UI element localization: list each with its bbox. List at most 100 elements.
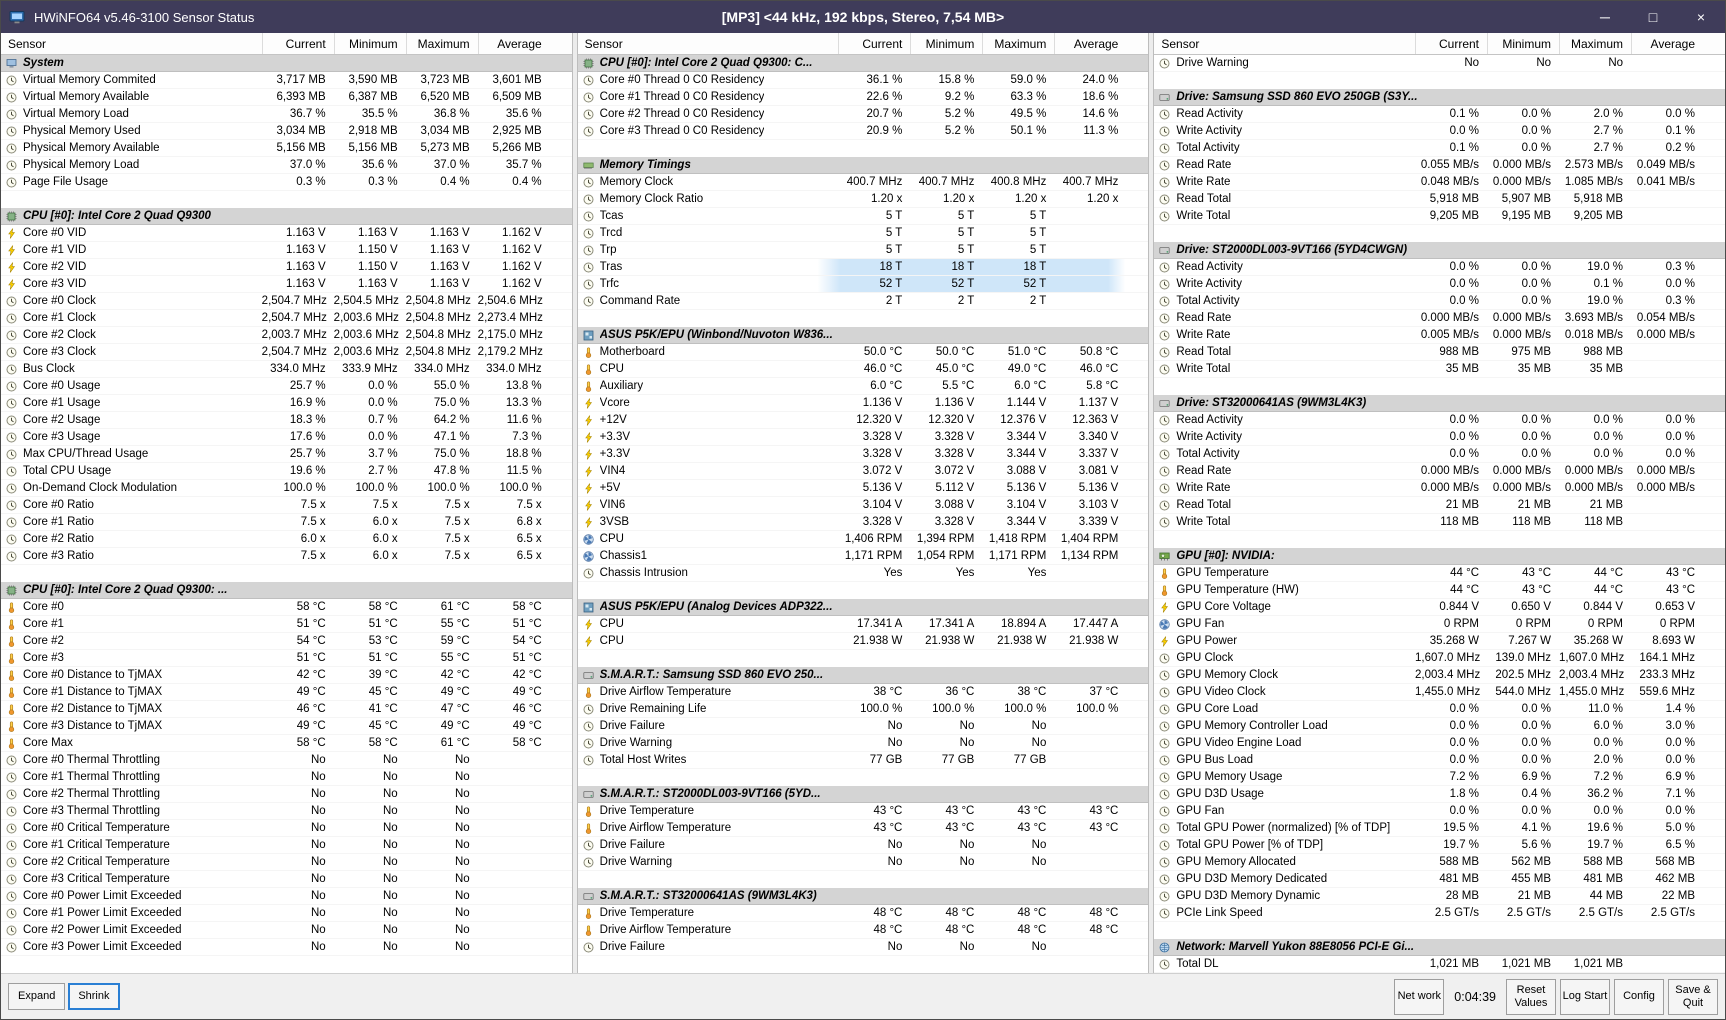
sensor-row[interactable]: Write Total 118 MB 118 MB 118 MB	[1154, 514, 1725, 531]
column-header-sensor[interactable]: Sensor	[578, 37, 839, 51]
sensor-row[interactable]: Total Activity 0.0 % 0.0 % 19.0 % 0.3 %	[1154, 293, 1725, 310]
sensor-row[interactable]: Physical Memory Available 5,156 MB 5,156 M…	[1, 140, 572, 157]
sensor-row[interactable]: VIN6 3.104 V 3.088 V 3.104 V 3.103 V	[577, 497, 1149, 514]
sensor-row[interactable]: Total GPU Power (normalized) [% of TDP] 1…	[1154, 820, 1725, 837]
sensor-row[interactable]: Core #0 VID 1.163 V 1.163 V 1.163 V 1.162 V	[1, 225, 572, 242]
sensor-row[interactable]: Core #0 Power Limit Exceeded No No No	[1, 888, 572, 905]
sensor-row[interactable]: CPU 17.341 A 17.341 A 18.894 A 17.447 A	[577, 616, 1149, 633]
sensor-row[interactable]: Core #1 Thermal Throttling No No No	[1, 769, 572, 786]
section-header-row[interactable]: CPU [#0]: Intel Core 2 Quad Q9300: ...	[1, 582, 572, 599]
sensor-row[interactable]: Read Activity 0.1 % 0.0 % 2.0 % 0.0 %	[1154, 106, 1725, 123]
sensor-row[interactable]: Read Rate 0.055 MB/s 0.000 MB/s 2.573 MB/s 0…	[1154, 157, 1725, 174]
close-button[interactable]: ×	[1677, 1, 1725, 33]
sensor-row[interactable]: GPU Core Load 0.0 % 0.0 % 11.0 % 1.4 %	[1154, 701, 1725, 718]
sensor-row[interactable]: Drive Failure No No No	[577, 939, 1149, 956]
sensor-row[interactable]: Drive Airflow Temperature 43 °C 43 °C 43 °C…	[577, 820, 1149, 837]
sensor-row[interactable]: Core #1 Distance to TjMAX 49 °C 45 °C 49 °C…	[1, 684, 572, 701]
sensor-row[interactable]: Write Activity 0.0 % 0.0 % 0.1 % 0.0 %	[1154, 276, 1725, 293]
sensor-row[interactable]: On-Demand Clock Modulation 100.0 % 100.0 %…	[1, 480, 572, 497]
reset-values-button[interactable]: Reset Values	[1506, 978, 1556, 1015]
column-header-average[interactable]: Average	[477, 33, 550, 54]
sensor-row[interactable]: Write Rate 0.000 MB/s 0.000 MB/s 0.000 MB/s…	[1154, 480, 1725, 497]
sensor-row[interactable]: +3.3V 3.328 V 3.328 V 3.344 V 3.340 V	[577, 429, 1149, 446]
column-header-minimum[interactable]: Minimum	[1487, 33, 1559, 54]
sensor-row[interactable]: Virtual Memory Load 36.7 % 35.5 % 36.8 % 35.…	[1, 106, 572, 123]
sensor-row[interactable]: GPU Video Engine Load 0.0 % 0.0 % 0.0 % 0.0 …	[1154, 735, 1725, 752]
sensor-row[interactable]: Core #0 Clock 2,504.7 MHz 2,504.5 MHz 2,504…	[1, 293, 572, 310]
sensor-row[interactable]: Core #2 Thread 0 C0 Residency 20.7 % 5.2 %…	[577, 106, 1149, 123]
column-header-sensor[interactable]: Sensor	[1, 37, 262, 51]
sensor-row[interactable]: Memory Clock Ratio 1.20 x 1.20 x 1.20 x 1.20…	[577, 191, 1149, 208]
sensor-row[interactable]: Core #2 Distance to TjMAX 46 °C 41 °C 47 °C…	[1, 701, 572, 718]
sensor-row[interactable]: Core #1 Usage 16.9 % 0.0 % 75.0 % 13.3 %	[1, 395, 572, 412]
sensor-row[interactable]: +3.3V 3.328 V 3.328 V 3.344 V 3.337 V	[577, 446, 1149, 463]
sensor-row[interactable]: Total Host Writes 77 GB 77 GB 77 GB	[577, 752, 1149, 769]
sensor-row[interactable]: Read Total 988 MB 975 MB 988 MB	[1154, 344, 1725, 361]
sensor-row[interactable]: Core #2 Clock 2,003.7 MHz 2,003.6 MHz 2,504…	[1, 327, 572, 344]
sensor-row[interactable]: Core #3 VID 1.163 V 1.163 V 1.163 V 1.162 V	[1, 276, 572, 293]
column-header-maximum[interactable]: Maximum	[405, 33, 478, 54]
minimize-button[interactable]: ─	[1581, 1, 1629, 33]
section-header-row[interactable]: Network: Marvell Yukon 88E8056 PCI-E Gi.…	[1154, 939, 1725, 956]
sensor-row[interactable]: Read Total 21 MB 21 MB 21 MB	[1154, 497, 1725, 514]
sensor-row[interactable]: Physical Memory Used 3,034 MB 2,918 MB 3,03…	[1, 123, 572, 140]
sensor-row[interactable]: Drive Failure No No No	[577, 718, 1149, 735]
column-header-current[interactable]: Current	[1415, 33, 1487, 54]
sensor-row[interactable]: Core #3 Power Limit Exceeded No No No	[1, 939, 572, 956]
section-header-row[interactable]: System	[1, 55, 572, 72]
shrink-button[interactable]: Shrink	[68, 983, 120, 1010]
section-header-row[interactable]: Drive: ST32000641AS (9WM3L4K3)	[1154, 395, 1725, 412]
column-header-average[interactable]: Average	[1631, 33, 1703, 54]
sensor-row[interactable]: Read Rate 0.000 MB/s 0.000 MB/s 3.693 MB/s 0…	[1154, 310, 1725, 327]
column-header-sensor[interactable]: Sensor	[1154, 37, 1415, 51]
sensor-row[interactable]: Core #0 Ratio 7.5 x 7.5 x 7.5 x 7.5 x	[1, 497, 572, 514]
column-header-average[interactable]: Average	[1054, 33, 1126, 54]
sensor-row[interactable]: Drive Airflow Temperature 38 °C 36 °C 38 °C…	[577, 684, 1149, 701]
sensor-row[interactable]: Core #2 VID 1.163 V 1.150 V 1.163 V 1.162 V	[1, 259, 572, 276]
sensor-row[interactable]: GPU Fan 0 RPM 0 RPM 0 RPM 0 RPM	[1154, 616, 1725, 633]
sensor-row[interactable]: Chassis1 1,171 RPM 1,054 RPM 1,171 RPM 1,134…	[577, 548, 1149, 565]
sensor-row[interactable]: GPU Memory Controller Load 0.0 % 0.0 % 6.0 …	[1154, 718, 1725, 735]
sensor-row[interactable]: Core #2 Ratio 6.0 x 6.0 x 7.5 x 6.5 x	[1, 531, 572, 548]
sensor-row[interactable]: GPU Bus Load 0.0 % 0.0 % 2.0 % 0.0 %	[1154, 752, 1725, 769]
sensor-row[interactable]: +12V 12.320 V 12.320 V 12.376 V 12.363 V	[577, 412, 1149, 429]
sensor-row[interactable]: Core #3 Thread 0 C0 Residency 20.9 % 5.2 %…	[577, 123, 1149, 140]
sensor-row[interactable]: Core #3 Usage 17.6 % 0.0 % 47.1 % 7.3 %	[1, 429, 572, 446]
sensor-row[interactable]: Write Rate 0.048 MB/s 0.000 MB/s 1.085 MB/s…	[1154, 174, 1725, 191]
titlebar[interactable]: HWiNFO64 v5.46-3100 Sensor Status [MP3] …	[1, 1, 1725, 33]
sensor-row[interactable]: Core #3 Thermal Throttling No No No	[1, 803, 572, 820]
section-header-row[interactable]: Drive: Samsung SSD 860 EVO 250GB (S3Y...	[1154, 89, 1725, 106]
sensor-row[interactable]: GPU Memory Clock 2,003.4 MHz 202.5 MHz 2,00…	[1154, 667, 1725, 684]
sensor-row[interactable]: Drive Warning No No No	[577, 735, 1149, 752]
column-header-maximum[interactable]: Maximum	[1559, 33, 1631, 54]
sensor-row[interactable]: Core #3 Distance to TjMAX 49 °C 45 °C 49 °C…	[1, 718, 572, 735]
sensor-row[interactable]: Write Total 35 MB 35 MB 35 MB	[1154, 361, 1725, 378]
sensor-row[interactable]: Core #0 Thread 0 C0 Residency 36.1 % 15.8 …	[577, 72, 1149, 89]
sensor-row[interactable]: Page File Usage 0.3 % 0.3 % 0.4 % 0.4 %	[1, 174, 572, 191]
section-header-row[interactable]: S.M.A.R.T.: ST32000641AS (9WM3L4K3)	[577, 888, 1149, 905]
expand-button[interactable]: Expand	[8, 983, 66, 1010]
sensor-row[interactable]: Core #2 Critical Temperature No No No	[1, 854, 572, 871]
sensor-row[interactable]: Write Total 9,205 MB 9,195 MB 9,205 MB	[1154, 208, 1725, 225]
sensor-row[interactable]: Virtual Memory Commited 3,717 MB 3,590 MB 3…	[1, 72, 572, 89]
sensor-row[interactable]: Total Activity 0.0 % 0.0 % 0.0 % 0.0 %	[1154, 446, 1725, 463]
sensor-row[interactable]: CPU 46.0 °C 45.0 °C 49.0 °C 46.0 °C	[577, 361, 1149, 378]
sensor-row[interactable]: GPU Temperature (HW) 44 °C 43 °C 44 °C 43 °C	[1154, 582, 1725, 599]
column-header-maximum[interactable]: Maximum	[982, 33, 1054, 54]
sensor-row[interactable]: Core #3 Clock 2,504.7 MHz 2,003.6 MHz 2,504…	[1, 344, 572, 361]
sensor-row[interactable]: GPU Power 35.268 W 7.267 W 35.268 W 8.693 W	[1154, 633, 1725, 650]
sensor-row[interactable]: Motherboard 50.0 °C 50.0 °C 51.0 °C 50.8 °C	[577, 344, 1149, 361]
sensor-row[interactable]: Core #2 Usage 18.3 % 0.7 % 64.2 % 11.6 %	[1, 412, 572, 429]
sensor-row[interactable]: GPU Memory Allocated 588 MB 562 MB 588 MB 56…	[1154, 854, 1725, 871]
sensor-row[interactable]: Write Activity 0.0 % 0.0 % 0.0 % 0.0 %	[1154, 429, 1725, 446]
sensor-row[interactable]: Total CPU Usage 19.6 % 2.7 % 47.8 % 11.5 %	[1, 463, 572, 480]
column-header-current[interactable]: Current	[261, 33, 334, 54]
sensor-row[interactable]: Tras 18 T 18 T 18 T	[577, 259, 1149, 276]
sensor-row[interactable]: Core #0 Thermal Throttling No No No	[1, 752, 572, 769]
sensor-row[interactable]: Core #1 Ratio 7.5 x 6.0 x 7.5 x 6.8 x	[1, 514, 572, 531]
sensor-row[interactable]: Max CPU/Thread Usage 25.7 % 3.7 % 75.0 % 18.…	[1, 446, 572, 463]
sensor-row[interactable]: Core #1 Clock 2,504.7 MHz 2,003.6 MHz 2,504…	[1, 310, 572, 327]
sensor-row[interactable]: Read Activity 0.0 % 0.0 % 0.0 % 0.0 %	[1154, 412, 1725, 429]
sensor-row[interactable]: Core #1 Thread 0 C0 Residency 22.6 % 9.2 %…	[577, 89, 1149, 106]
sensor-row[interactable]: Command Rate 2 T 2 T 2 T	[577, 293, 1149, 310]
